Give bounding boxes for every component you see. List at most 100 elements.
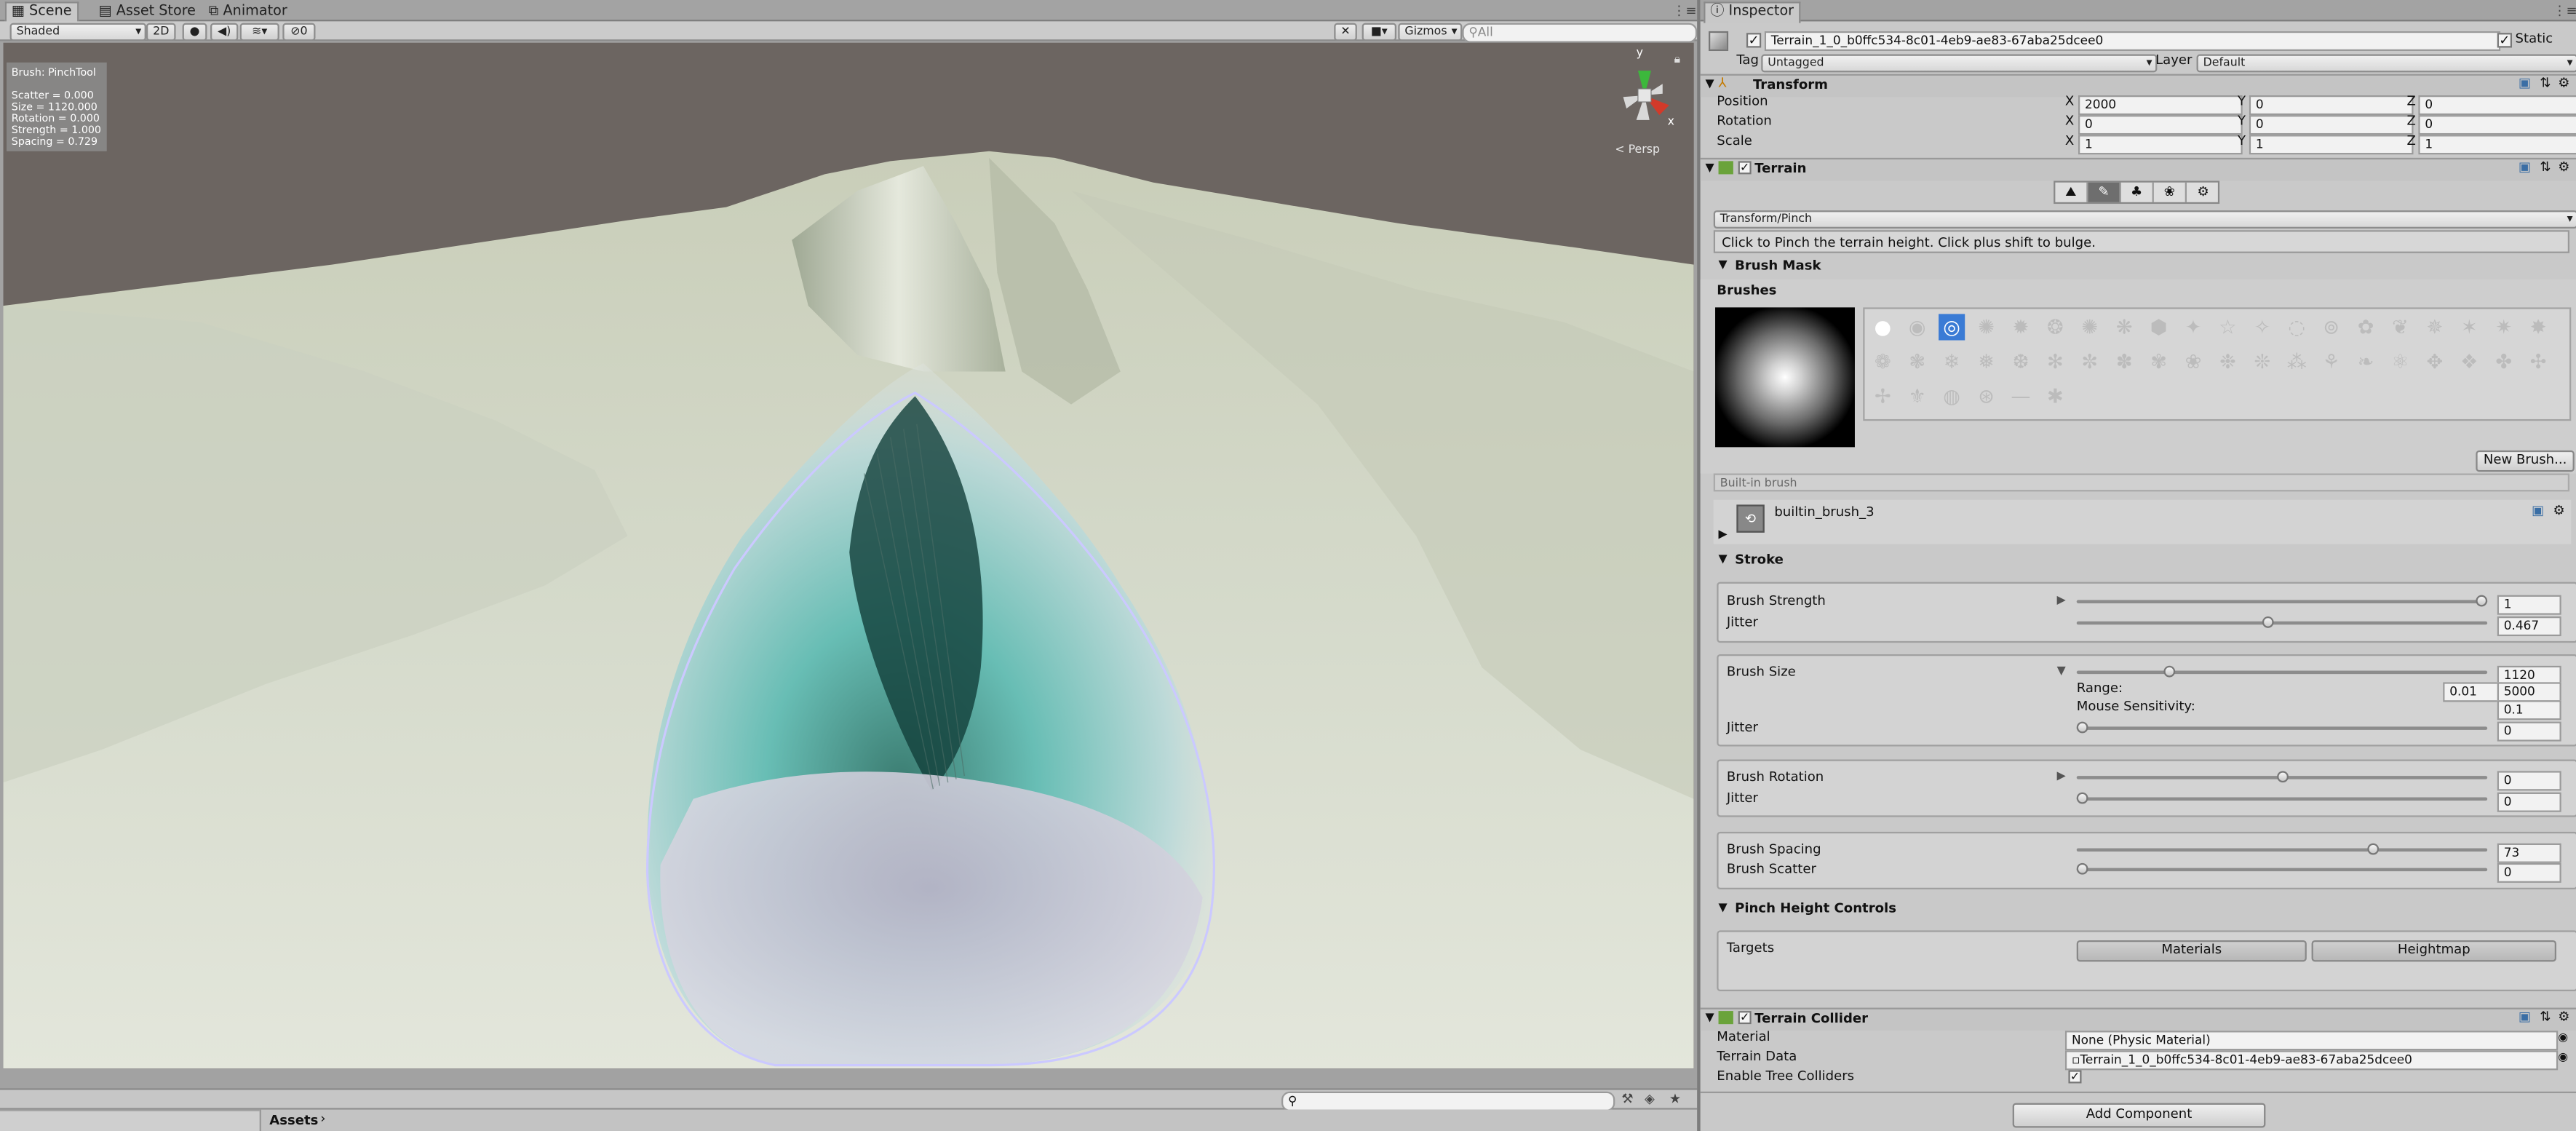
- brush-thumbnail[interactable]: ✦: [2180, 314, 2206, 340]
- brush-thumbnail[interactable]: ❃: [1904, 349, 1931, 375]
- brush-thumbnail[interactable]: ❂: [2042, 314, 2068, 340]
- brush-thumbnail[interactable]: ◌: [2283, 314, 2310, 340]
- size-jitter-slider[interactable]: [2076, 721, 2488, 734]
- brush-size-slider[interactable]: [2076, 665, 2488, 678]
- tag-dropdown[interactable]: Untagged: [1761, 54, 2158, 73]
- brush-thumbnail[interactable]: ✣: [2525, 349, 2551, 375]
- brush-rotation-field[interactable]: 0: [2497, 771, 2561, 791]
- preset-icon[interactable]: ⇅: [2540, 159, 2551, 174]
- brush-spacing-field[interactable]: 73: [2497, 843, 2561, 863]
- filter-label-icon[interactable]: ◈: [1645, 1092, 1655, 1108]
- object-name-field[interactable]: Terrain_1_0_b0ffc534-8c01-4eb9-ae83-67ab…: [1764, 31, 2501, 52]
- slider-knob[interactable]: [2076, 721, 2088, 734]
- camera-dropdown-icon[interactable]: ■▾: [1361, 23, 1397, 41]
- brush-thumbnail[interactable]: ✧: [2249, 314, 2275, 340]
- brush-thumbnail[interactable]: ❄: [1939, 349, 1965, 375]
- brush-thumbnail[interactable]: ✷: [2491, 314, 2517, 340]
- brush-thumbnail[interactable]: ❊: [2249, 349, 2275, 375]
- brush-thumbnail[interactable]: ⬢: [2146, 314, 2172, 340]
- layer-dropdown[interactable]: Default: [2196, 54, 2576, 73]
- project-search-input[interactable]: ⚲: [1281, 1091, 1615, 1111]
- brush-thumbnail[interactable]: ✻: [2042, 349, 2068, 375]
- brush-thumbnail[interactable]: ❦: [2387, 314, 2413, 340]
- transform-z-field[interactable]: 0: [2418, 115, 2576, 135]
- persp-label[interactable]: < Persp: [1615, 143, 1660, 156]
- hidden-objects-toggle[interactable]: ⊘0: [282, 23, 316, 41]
- breadcrumb-assets[interactable]: Assets: [269, 1113, 318, 1127]
- brush-thumbnail[interactable]: ❆: [2008, 349, 2034, 375]
- audio-toggle-icon[interactable]: ◀): [210, 23, 239, 41]
- brush-thumbnail[interactable]: ⚘: [2318, 349, 2345, 375]
- gear-icon[interactable]: ⚙: [2558, 76, 2569, 90]
- brush-strength-field[interactable]: 1: [2497, 595, 2561, 615]
- brush-thumbnail[interactable]: ✺: [1973, 314, 1999, 340]
- pinch-controls-header[interactable]: ▼ Pinch Height Controls: [1714, 900, 2568, 919]
- new-brush-button[interactable]: New Brush...: [2476, 450, 2575, 472]
- rotation-jitter-slider[interactable]: [2076, 792, 2488, 804]
- terrain-tool-dropdown[interactable]: Transform/Pinch: [1713, 210, 2576, 229]
- transform-x-field[interactable]: 0: [2078, 115, 2243, 135]
- brush-thumbnail[interactable]: ✸: [2525, 314, 2551, 340]
- materials-target-button[interactable]: Materials: [2076, 940, 2307, 962]
- brush-thumbnail[interactable]: ❋: [2111, 314, 2137, 340]
- effects-dropdown-icon[interactable]: ≋▾: [239, 23, 279, 41]
- transform-x-field[interactable]: 2000: [2078, 95, 2243, 116]
- material-field[interactable]: None (Physic Material): [2064, 1031, 2559, 1051]
- strength-jitter-field[interactable]: 0.467: [2497, 616, 2561, 637]
- expand-arrow-icon[interactable]: ▶: [2057, 593, 2066, 606]
- paint-details-tool-icon[interactable]: ❀: [2154, 182, 2187, 202]
- brush-thumbnail[interactable]: ◍: [1939, 383, 1965, 409]
- collider-enabled-checkbox[interactable]: ✓: [1738, 1011, 1752, 1025]
- tab-scene[interactable]: ▦ Scene: [4, 1, 79, 23]
- paint-trees-tool-icon[interactable]: ♣: [2121, 182, 2154, 202]
- slider-knob[interactable]: [2367, 843, 2380, 855]
- brush-thumbnail[interactable]: ✢: [1869, 383, 1896, 409]
- tab-asset-store[interactable]: ▤ Asset Store: [94, 4, 201, 22]
- brush-thumbnail[interactable]: ⁂: [2283, 349, 2310, 375]
- brush-rotation-slider[interactable]: [2076, 771, 2488, 783]
- favorites-icon[interactable]: ★: [1669, 1092, 1681, 1108]
- help-book-icon[interactable]: ▣: [2519, 159, 2531, 174]
- size-jitter-field[interactable]: 0: [2497, 721, 2561, 742]
- transform-y-field[interactable]: 0: [2249, 95, 2414, 116]
- terrain-data-field[interactable]: ▫Terrain_1_0_b0ffc534-8c01-4eb9-ae83-67a…: [2064, 1050, 2559, 1071]
- brush-thumbnail[interactable]: ❅: [1973, 349, 1999, 375]
- active-checkbox[interactable]: ✓: [1746, 33, 1762, 48]
- add-component-button[interactable]: Add Component: [2012, 1103, 2266, 1128]
- terrain-header[interactable]: ▼ ✓ Terrain ▣ ⇅ ⚙: [1700, 157, 2576, 181]
- filter-type-icon[interactable]: ⚒: [1621, 1092, 1633, 1108]
- help-book-icon[interactable]: ▣: [2519, 76, 2531, 90]
- object-picker-icon[interactable]: ◉: [2558, 1050, 2568, 1063]
- brush-thumbnail[interactable]: ❀: [2180, 349, 2206, 375]
- help-book-icon[interactable]: ▣: [2532, 503, 2544, 517]
- brush-thumbnail[interactable]: ⊚: [2318, 314, 2345, 340]
- lock-icon[interactable]: 🔒︎: [1674, 52, 1680, 67]
- strength-jitter-slider[interactable]: [2076, 616, 2488, 628]
- brush-thumbnail[interactable]: ◉: [1904, 314, 1931, 340]
- mouse-sensitivity-field[interactable]: 0.1: [2497, 700, 2561, 721]
- range-max-field[interactable]: 5000: [2497, 682, 2561, 702]
- brush-thumbnail[interactable]: ❁: [1869, 349, 1896, 375]
- object-picker-icon[interactable]: ◉: [2558, 1031, 2568, 1044]
- brush-thumbnail[interactable]: —: [2008, 383, 2034, 409]
- shading-mode-dropdown[interactable]: Shaded: [9, 23, 146, 41]
- gear-icon[interactable]: ⚙: [2558, 159, 2569, 174]
- scene-search-input[interactable]: ⚲All: [1462, 23, 1698, 43]
- brush-thumbnail[interactable]: ✵: [2422, 314, 2448, 340]
- tree-colliders-checkbox[interactable]: ✓: [2068, 1070, 2082, 1084]
- terrain-enabled-checkbox[interactable]: ✓: [1738, 161, 1752, 175]
- brush-thumbnail[interactable]: ✿: [2353, 314, 2379, 340]
- brush-thumbnail[interactable]: ❖: [2456, 349, 2482, 375]
- brush-thumbnail[interactable]: ✥: [2422, 349, 2448, 375]
- brush-thumbnail[interactable]: ⚜: [1904, 383, 1931, 409]
- brush-asset-row[interactable]: ▶ ⟲ builtin_brush_3 ▣ ⚙: [1713, 499, 2572, 544]
- brush-scatter-field[interactable]: 0: [2497, 862, 2561, 883]
- toggle-2d-button[interactable]: 2D: [146, 23, 176, 41]
- terrain-settings-gear-icon[interactable]: ⚙: [2187, 183, 2219, 202]
- brush-thumbnail[interactable]: ❉: [2214, 349, 2241, 375]
- raise-terrain-tool-icon[interactable]: ⛰: [2055, 182, 2088, 202]
- gear-icon[interactable]: ⚙: [2558, 1009, 2569, 1024]
- transform-z-field[interactable]: 1: [2418, 135, 2576, 155]
- brush-thumbnail[interactable]: ✤: [2491, 349, 2517, 375]
- brush-thumbnail[interactable]: ✹: [2008, 314, 2034, 340]
